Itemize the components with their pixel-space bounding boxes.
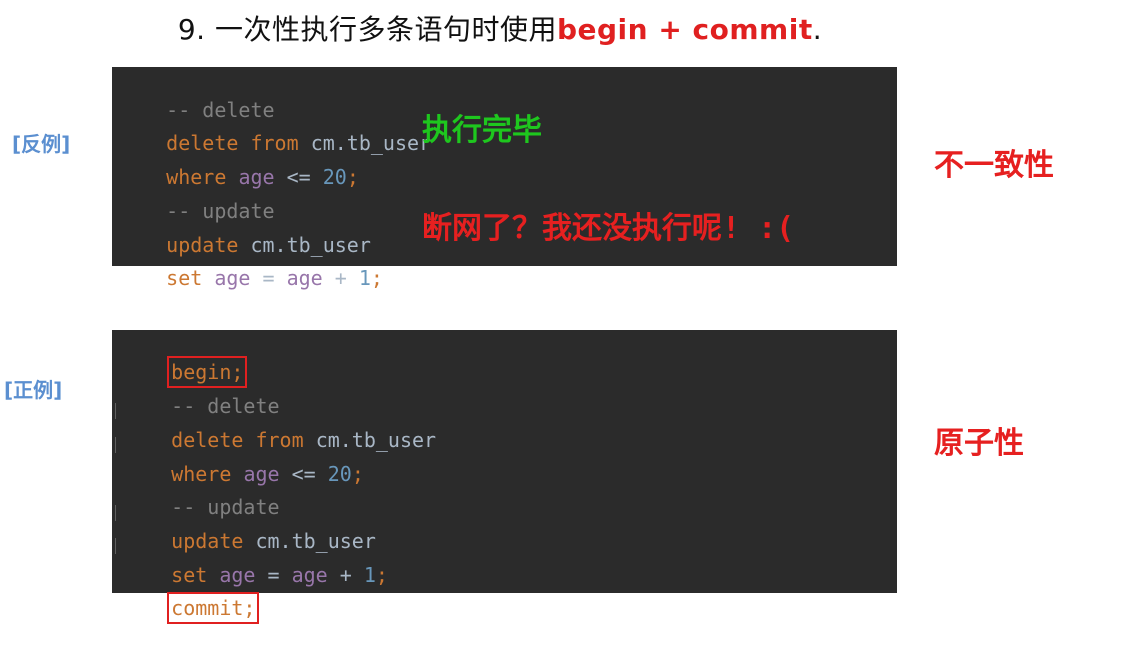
code-line-update: update cm.tb_user xyxy=(166,233,371,257)
code-line-delete-from: delete from cm.tb_user xyxy=(166,131,432,155)
fold-marker-icon xyxy=(115,437,119,453)
property-atomicity: 原子性 xyxy=(934,426,1024,461)
fold-marker-icon xyxy=(115,403,119,419)
counter-example-code-block: -- delete delete from cm.tb_user where a… xyxy=(112,67,897,290)
code-line-set: set age = age + 1; xyxy=(171,563,388,587)
code-line-where: where age <= 20; xyxy=(166,165,359,189)
positive-example-code-block: begin; -- delete delete from cm.tb_user … xyxy=(112,327,897,624)
code-line-begin: begin; xyxy=(123,327,248,388)
code-line-comment-delete: -- delete xyxy=(171,394,280,418)
commit-highlight-box: commit; xyxy=(167,592,260,624)
code-line-comment-update: -- update xyxy=(166,199,275,223)
fold-marker-icon xyxy=(115,505,119,521)
code-line-comment-delete: -- delete xyxy=(166,98,275,122)
annotation-executed: 执行完毕 xyxy=(422,113,542,148)
page-title: 9. 一次性执行多条语句时使用begin + commit. xyxy=(0,8,1000,48)
code-line-update: update cm.tb_user xyxy=(171,529,376,553)
title-highlight: begin + commit xyxy=(556,13,813,46)
code-line-set: set age = age + 1; xyxy=(166,266,383,290)
counter-example-label: [反例] xyxy=(12,132,71,156)
title-text: 9. 一次性执行多条语句时使用 xyxy=(177,13,557,46)
property-inconsistency: 不一致性 xyxy=(934,148,1054,183)
code-line-where: where age <= 20; xyxy=(171,462,364,486)
positive-example-label: [正例] xyxy=(4,378,63,402)
annotation-network-failure: 断网了？我还没执行呢! :( xyxy=(422,211,795,246)
fold-marker-icon xyxy=(115,538,119,554)
code-line-delete-from: delete from cm.tb_user xyxy=(171,428,437,452)
code-line-commit: commit; xyxy=(123,563,260,624)
code-line-comment-update: -- update xyxy=(171,495,280,519)
title-tail: . xyxy=(812,13,823,46)
